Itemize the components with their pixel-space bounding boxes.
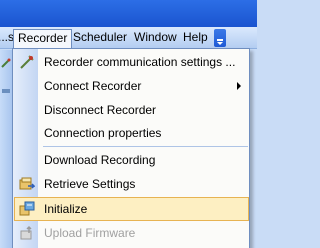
menu-item-label: Connection properties bbox=[44, 126, 162, 140]
recorder-dropdown-menu: Recorder communication settings ... Conn… bbox=[12, 48, 250, 248]
menu-item-label: Upload Firmware bbox=[44, 226, 136, 240]
menu-separator bbox=[43, 146, 248, 147]
toolbar-tool-icon[interactable] bbox=[1, 58, 11, 68]
menu-item-download-recording[interactable]: Download Recording bbox=[14, 149, 249, 171]
menu-item-label: Retrieve Settings bbox=[44, 177, 136, 191]
menu-window[interactable]: Window bbox=[130, 29, 181, 48]
toolbar-strip bbox=[0, 50, 12, 248]
antenna-settings-icon bbox=[20, 55, 34, 69]
toolbar-options-button[interactable] bbox=[214, 29, 226, 47]
menu-item-label: Connect Recorder bbox=[44, 79, 142, 93]
menu-item-initialize[interactable]: Initialize bbox=[14, 197, 249, 221]
application-window: ...s Recorder Scheduler Window Help Reco… bbox=[0, 0, 257, 248]
retrieve-settings-icon bbox=[19, 177, 35, 190]
menu-recorder[interactable]: Recorder bbox=[13, 29, 73, 49]
toolbar-connect-icon[interactable] bbox=[1, 86, 11, 96]
menu-item-label: Disconnect Recorder bbox=[44, 103, 157, 117]
upload-firmware-icon bbox=[20, 225, 32, 240]
menu-item-label: Recorder communication settings ... bbox=[44, 55, 236, 69]
title-bar-strip bbox=[0, 0, 257, 27]
submenu-arrow-icon bbox=[237, 82, 241, 90]
menu-item-label: Download Recording bbox=[44, 153, 156, 167]
chevron-down-icon bbox=[217, 42, 223, 45]
menu-item-label: Initialize bbox=[44, 202, 88, 216]
menu-item-retrieve-settings[interactable]: Retrieve Settings bbox=[14, 173, 249, 195]
menu-item-connect-recorder[interactable]: Connect Recorder bbox=[14, 75, 249, 97]
menu-item-connection-properties[interactable]: Connection properties bbox=[14, 122, 249, 144]
background-area bbox=[250, 49, 257, 248]
menu-help[interactable]: Help bbox=[179, 29, 212, 48]
menu-item-disconnect-recorder[interactable]: Disconnect Recorder bbox=[14, 99, 249, 121]
menu-item-recorder-communication-settings[interactable]: Recorder communication settings ... bbox=[14, 51, 249, 73]
initialize-icon bbox=[19, 201, 35, 216]
menu-item-upload-firmware[interactable]: Upload Firmware bbox=[14, 222, 249, 244]
menu-scheduler[interactable]: Scheduler bbox=[69, 29, 131, 48]
